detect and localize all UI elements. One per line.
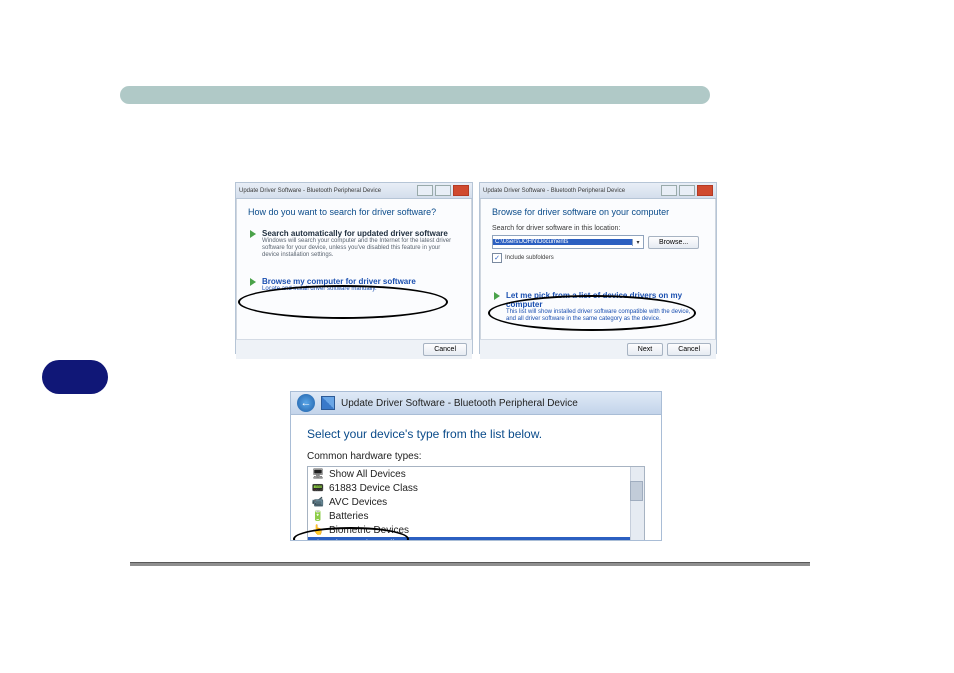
page-divider — [130, 562, 810, 566]
close-button[interactable] — [453, 185, 469, 196]
section-header-bar — [120, 86, 710, 104]
minimize-button[interactable] — [417, 185, 433, 196]
biometric-icon: 👆 — [312, 524, 324, 536]
checkbox-icon: ✓ — [492, 253, 502, 263]
checkbox-label: Include subfolders — [505, 255, 554, 261]
list-item[interactable]: 🔋 Batteries — [308, 509, 644, 523]
titlebar: ← Update Driver Software - Bluetooth Per… — [291, 392, 661, 415]
list-item-label: AVC Devices — [329, 497, 387, 508]
back-button[interactable]: ← — [297, 394, 315, 412]
option-browse-computer[interactable]: Browse my computer for driver software L… — [248, 273, 460, 297]
search-location-label: Search for driver software in this locat… — [492, 225, 704, 232]
option-title: Let me pick from a list of device driver… — [506, 291, 700, 309]
list-item[interactable]: 🖥 Show All Devices — [308, 467, 644, 481]
wizard-headline: Browse for driver software on your compu… — [492, 207, 704, 217]
include-subfolders-checkbox[interactable]: ✓ Include subfolders — [492, 253, 704, 263]
list-item-label: 61883 Device Class — [329, 483, 418, 494]
maximize-button[interactable] — [435, 185, 451, 196]
update-driver-window-2: Update Driver Software - Bluetooth Perip… — [479, 182, 717, 354]
cancel-button[interactable]: Cancel — [667, 343, 711, 356]
avc-icon: 📹 — [312, 496, 324, 508]
option-desc: Locate and install driver software manua… — [262, 286, 456, 293]
button-row: Cancel — [236, 339, 472, 359]
arrow-icon — [250, 230, 256, 238]
scroll-thumb[interactable] — [630, 481, 643, 501]
window-title: Update Driver Software - Bluetooth Perip… — [239, 188, 381, 194]
option-desc: This list will show installed driver sof… — [506, 309, 700, 323]
wizard-headline: How do you want to search for driver sof… — [248, 207, 460, 217]
wizard-headline: Select your device's type from the list … — [307, 427, 645, 441]
side-badge — [42, 360, 108, 394]
scrollbar[interactable] — [630, 467, 644, 541]
titlebar: Update Driver Software - Bluetooth Perip… — [236, 183, 472, 199]
window-controls — [661, 185, 713, 196]
update-driver-window-3: ← Update Driver Software - Bluetooth Per… — [290, 391, 662, 541]
chevron-down-icon[interactable]: ▾ — [632, 239, 643, 246]
window-title: Update Driver Software - Bluetooth Perip… — [341, 398, 578, 409]
arrow-icon — [494, 292, 500, 300]
hardware-type-listbox[interactable]: 🖥 Show All Devices 📟 61883 Device Class 📹 A… — [307, 466, 645, 541]
list-item-label: Batteries — [329, 511, 368, 522]
path-combobox[interactable]: C:\Users\JOHN\Documents ▾ — [492, 235, 644, 249]
list-item-label: Biometric Devices — [329, 525, 409, 536]
option-desc: Windows will search your computer and th… — [262, 238, 456, 259]
path-value: C:\Users\JOHN\Documents — [493, 239, 632, 245]
list-item-selected[interactable]: ᚼ Bluetooth Radios — [308, 537, 644, 541]
window-controls — [417, 185, 469, 196]
update-driver-window-1: Update Driver Software - Bluetooth Perip… — [235, 182, 473, 354]
list-item-label: Show All Devices — [329, 469, 406, 480]
browse-button[interactable]: Browse... — [648, 236, 699, 249]
cancel-button[interactable]: Cancel — [423, 343, 467, 356]
close-button[interactable] — [697, 185, 713, 196]
titlebar: Update Driver Software - Bluetooth Perip… — [480, 183, 716, 199]
option-search-automatically[interactable]: Search automatically for updated driver … — [248, 225, 460, 263]
device-class-icon: 📟 — [312, 482, 324, 494]
list-item[interactable]: 👆 Biometric Devices — [308, 523, 644, 537]
list-item-label: Bluetooth Radios — [329, 539, 405, 542]
maximize-button[interactable] — [679, 185, 695, 196]
common-hardware-label: Common hardware types: — [307, 451, 645, 462]
option-title: Search automatically for updated driver … — [262, 229, 456, 238]
devices-icon: 🖥 — [312, 468, 324, 480]
document-page: Update Driver Software - Bluetooth Perip… — [0, 0, 954, 673]
option-title: Browse my computer for driver software — [262, 277, 456, 286]
battery-icon: 🔋 — [312, 510, 324, 522]
list-item[interactable]: 📟 61883 Device Class — [308, 481, 644, 495]
arrow-icon — [250, 278, 256, 286]
list-item[interactable]: 📹 AVC Devices — [308, 495, 644, 509]
window-title: Update Driver Software - Bluetooth Perip… — [483, 188, 625, 194]
window-icon — [321, 396, 335, 410]
minimize-button[interactable] — [661, 185, 677, 196]
arrow-left-icon: ← — [301, 397, 312, 409]
next-button[interactable]: Next — [627, 343, 663, 356]
option-pick-from-list[interactable]: Let me pick from a list of device driver… — [492, 287, 704, 327]
bluetooth-icon: ᚼ — [312, 538, 324, 541]
button-row: Next Cancel — [480, 339, 716, 359]
